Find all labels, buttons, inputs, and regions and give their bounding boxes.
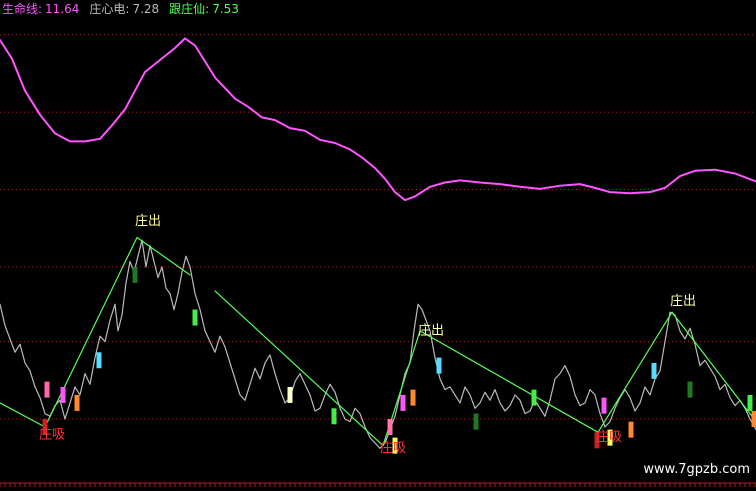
signal-bar xyxy=(752,411,756,427)
annotation-label: 庄出 xyxy=(418,322,444,338)
signal-bar xyxy=(133,267,138,283)
signal-bar xyxy=(532,390,537,406)
legend-value-follower: 7.53 xyxy=(212,2,239,16)
signal-bar xyxy=(388,419,393,435)
signal-bar xyxy=(45,382,50,398)
annotation-label: 庄吸 xyxy=(596,429,622,445)
chart-svg: 庄出庄出庄出庄吸庄吸庄吸 xyxy=(0,0,756,487)
legend-label-follower: 跟庄仙: xyxy=(169,2,209,16)
signal-bar xyxy=(474,414,479,430)
legend-value-lifeline: 11.64 xyxy=(45,2,79,16)
plot-background xyxy=(0,0,756,487)
signal-bar xyxy=(61,387,66,403)
annotation-label: 庄出 xyxy=(135,213,161,229)
signal-bar xyxy=(629,422,634,438)
signal-bar xyxy=(332,408,337,424)
chart-legend: 生命线:11.64 庄心电:7.28 跟庄仙:7.53 xyxy=(2,1,249,17)
signal-bar xyxy=(193,310,198,326)
signal-bar xyxy=(288,387,293,403)
signal-bar xyxy=(652,363,657,379)
signal-bar xyxy=(748,395,753,411)
signal-bar xyxy=(688,382,693,398)
annotation-label: 庄吸 xyxy=(39,426,65,442)
signal-bar xyxy=(602,398,607,414)
annotation-label: 庄出 xyxy=(670,293,696,309)
watermark: www.7gpzb.com xyxy=(643,462,750,477)
chart-container: 庄出庄出庄出庄吸庄吸庄吸 xyxy=(0,0,756,487)
signal-bar xyxy=(75,395,80,411)
legend-label-ecg: 庄心电: xyxy=(89,2,129,16)
legend-value-ecg: 7.28 xyxy=(132,2,159,16)
signal-bar xyxy=(411,390,416,406)
legend-label-lifeline: 生命线: xyxy=(2,2,42,16)
signal-bar xyxy=(401,395,406,411)
signal-bar xyxy=(97,352,102,368)
annotation-label: 庄吸 xyxy=(380,440,406,456)
signal-bar xyxy=(437,358,442,374)
